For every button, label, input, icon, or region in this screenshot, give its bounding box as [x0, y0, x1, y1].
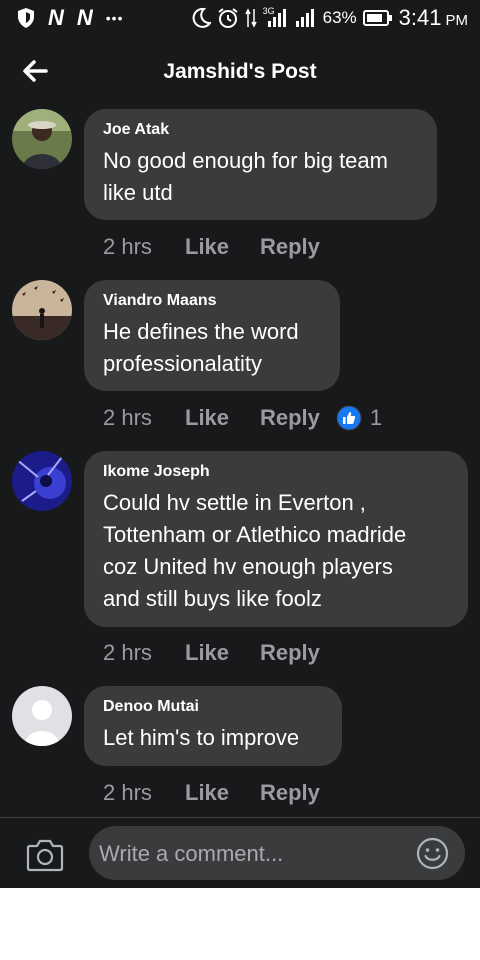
signal-icon-2: [295, 9, 314, 27]
like-button[interactable]: Like: [185, 780, 260, 806]
comment-time: 2 hrs: [103, 780, 152, 805]
comment-line: like utd: [103, 180, 173, 205]
network-n-1: N: [48, 5, 65, 30]
comment-time: 2 hrs: [103, 640, 152, 665]
reply-button[interactable]: Reply: [260, 234, 320, 260]
avatar-photo: [12, 451, 72, 511]
data-transfer-icon: [244, 8, 257, 28]
camera-icon[interactable]: [26, 838, 64, 872]
status-left: N N •••: [16, 5, 124, 31]
like-reaction-icon: [336, 405, 362, 431]
comment-actions: 2 hrs Like Reply: [103, 780, 320, 806]
avatar-photo: [12, 280, 72, 340]
comment-actions: 2 hrs Like Reply: [103, 640, 320, 666]
default-avatar-icon: [12, 686, 72, 746]
comment-bubble[interactable]: Joe Atak No good enough for big team lik…: [84, 109, 437, 220]
comment-time: 2 hrs: [103, 405, 152, 430]
clock: 3:41 PM: [399, 5, 468, 31]
comment-author[interactable]: Viandro Maans: [103, 292, 320, 310]
emoji-icon[interactable]: [416, 837, 449, 870]
more-dots: •••: [105, 10, 124, 26]
comment-line: Tottenham or Atlethico madride: [103, 522, 407, 547]
alarm-icon: [218, 8, 238, 28]
screen: N N ••• 3G 63% 3:41 PM Jamshid's Post Jo…: [0, 0, 480, 888]
comment-input[interactable]: [97, 832, 411, 876]
divider: [0, 817, 480, 818]
page-title: Jamshid's Post: [163, 60, 317, 83]
like-button[interactable]: Like: [185, 234, 260, 260]
comment-author[interactable]: Denoo Mutai: [103, 698, 322, 716]
reaction-count: 1: [369, 405, 383, 430]
comment-line: coz United hv enough players: [103, 554, 393, 579]
comment-bubble[interactable]: Denoo Mutai Let him's to improve: [84, 686, 342, 766]
avatar[interactable]: [12, 280, 72, 340]
network-type: 3G: [262, 6, 275, 16]
comment-actions: 2 hrs Like Reply: [103, 234, 320, 260]
status-right: 3G 63% 3:41 PM: [191, 5, 468, 31]
comment-bubble[interactable]: Viandro Maans He defines the word profes…: [84, 280, 340, 391]
reply-button[interactable]: Reply: [260, 405, 320, 431]
avatar-photo: [12, 109, 72, 169]
comment-author[interactable]: Joe Atak: [103, 121, 417, 139]
comment-line: Could hv settle in Everton ,: [103, 490, 366, 515]
comment-text: He defines the word professionalatity: [103, 316, 320, 380]
shield-icon: [18, 8, 34, 28]
header: Jamshid's Post: [0, 38, 480, 104]
reply-button[interactable]: Reply: [260, 780, 320, 806]
comment-line: and still buys like foolz: [103, 586, 322, 611]
comment-box[interactable]: [89, 826, 465, 880]
network-n-2: N: [76, 5, 94, 30]
comment-line: He defines the word: [103, 319, 299, 344]
comment-line: Let him's to improve: [103, 725, 300, 750]
clock-time: 3:41: [398, 5, 442, 30]
comment-line: No good enough for big team: [103, 148, 388, 173]
comment-text: Could hv settle in Everton , Tottenham o…: [103, 487, 448, 615]
moon-icon: [192, 7, 211, 28]
comment-line: professionalatity: [103, 351, 262, 376]
comment-text: Let him's to improve: [103, 722, 322, 754]
avatar[interactable]: [12, 451, 72, 511]
avatar[interactable]: [12, 109, 72, 169]
comment-text: No good enough for big team like utd: [103, 145, 417, 209]
like-button[interactable]: Like: [185, 640, 260, 666]
comment-time: 2 hrs: [103, 234, 152, 259]
clock-ampm: PM: [445, 12, 469, 29]
avatar[interactable]: [12, 686, 72, 746]
battery-icon: [362, 10, 392, 26]
status-bar: N N ••• 3G 63% 3:41 PM: [0, 0, 480, 38]
comment-author[interactable]: Ikome Joseph: [103, 463, 448, 481]
comment-actions: 2 hrs Like Reply 1: [103, 405, 382, 431]
battery-percent: 63%: [322, 8, 357, 27]
reply-button[interactable]: Reply: [260, 640, 320, 666]
comment-bubble[interactable]: Ikome Joseph Could hv settle in Everton …: [84, 451, 468, 627]
like-button[interactable]: Like: [185, 405, 260, 431]
reaction-summary[interactable]: 1: [336, 405, 382, 431]
